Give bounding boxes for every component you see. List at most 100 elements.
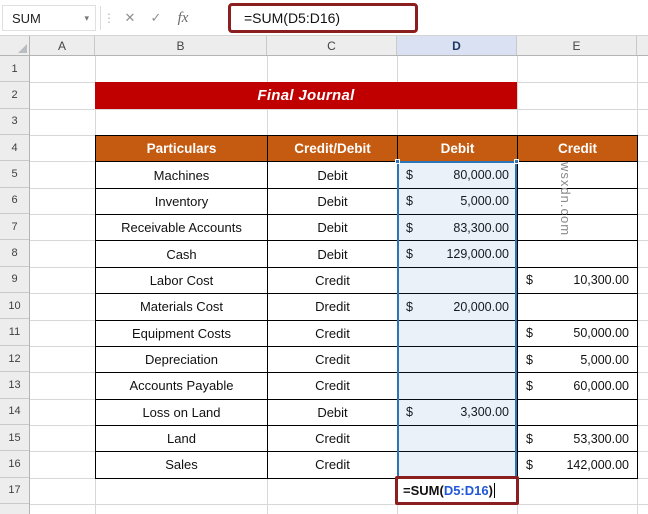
formula-input[interactable]: =SUM(D5:D16) <box>228 3 418 33</box>
cell-debit[interactable] <box>398 425 518 453</box>
row-header-11[interactable]: 11 <box>0 320 29 346</box>
cell-entry-type[interactable]: Debit <box>268 162 398 189</box>
cell-debit[interactable] <box>398 373 518 400</box>
cell-particulars[interactable]: Labor Cost <box>96 267 268 295</box>
cancel-icon[interactable]: ✕ <box>118 5 142 31</box>
row-header-13[interactable]: 13 <box>0 372 29 399</box>
row-header-16[interactable]: 16 <box>0 451 29 478</box>
cell-particulars[interactable]: Depreciation <box>96 346 268 374</box>
row-header-10[interactable]: 10 <box>0 293 29 320</box>
cell-particulars[interactable]: Receivable Accounts <box>96 215 268 242</box>
currency-symbol: $ <box>526 273 533 288</box>
cell-entry-type[interactable]: Credit <box>268 373 398 400</box>
cell-particulars[interactable]: Sales <box>96 452 268 479</box>
amount: 5,000.00 <box>460 194 509 209</box>
select-all-corner[interactable] <box>0 36 30 56</box>
column-header-B[interactable]: B <box>95 36 267 55</box>
row-header-7[interactable]: 7 <box>0 214 29 241</box>
cell-entry-type[interactable]: Credit <box>268 452 398 479</box>
cell-credit[interactable] <box>518 294 638 321</box>
currency-symbol: $ <box>406 194 413 209</box>
cell-credit[interactable]: $60,000.00 <box>518 373 638 400</box>
cell-particulars[interactable]: Materials Cost <box>96 294 268 321</box>
currency-symbol: $ <box>406 405 413 420</box>
cell-particulars[interactable]: Land <box>96 425 268 453</box>
currency-symbol: $ <box>526 378 533 393</box>
title-banner-cell[interactable]: Final Journal <box>95 82 517 109</box>
chevron-down-icon[interactable]: ▾ <box>84 13 95 24</box>
row-header-9[interactable]: 9 <box>0 267 29 294</box>
text-caret <box>493 483 496 498</box>
excel-window: SUM ▾ ⋮ ✕ ✓ fx =SUM(D5:D16) ABCDE 123456… <box>0 0 648 514</box>
cell-credit[interactable] <box>518 215 638 242</box>
cell-debit[interactable] <box>398 267 518 295</box>
row-header-12[interactable]: 12 <box>0 346 29 373</box>
name-box[interactable]: SUM ▾ <box>2 5 96 31</box>
amount: 3,300.00 <box>460 405 509 420</box>
cell-debit[interactable]: $80,000.00 <box>398 162 518 189</box>
cell-debit[interactable]: $3,300.00 <box>398 399 518 426</box>
cell-debit[interactable] <box>398 452 518 479</box>
row-header-17[interactable]: 17 <box>0 478 29 504</box>
cell-particulars[interactable]: Loss on Land <box>96 399 268 426</box>
row-header-6[interactable]: 6 <box>0 188 29 215</box>
cell-debit[interactable]: $5,000.00 <box>398 188 518 216</box>
column-header-C[interactable]: C <box>267 36 397 55</box>
cell-debit[interactable]: $83,300.00 <box>398 215 518 242</box>
cell-entry-type[interactable]: Debit <box>268 241 398 268</box>
table-header-particulars[interactable]: Particulars <box>96 136 268 163</box>
cell-credit[interactable]: $50,000.00 <box>518 320 638 347</box>
cell-particulars[interactable]: Equipment Costs <box>96 320 268 347</box>
column-headers: ABCDE <box>30 36 648 56</box>
cell-entry-type[interactable]: Debit <box>268 215 398 242</box>
amount: 20,000.00 <box>453 299 509 314</box>
cell-entry-type[interactable]: Credit <box>268 346 398 374</box>
currency-symbol: $ <box>526 457 533 472</box>
formula-bar-separator <box>100 6 101 30</box>
row-header-8[interactable]: 8 <box>0 240 29 267</box>
cell-particulars[interactable]: Cash <box>96 241 268 268</box>
column-header-D[interactable]: D <box>397 36 517 55</box>
cell-debit[interactable]: $20,000.00 <box>398 294 518 321</box>
amount: 129,000.00 <box>446 247 509 262</box>
column-header-A[interactable]: A <box>30 36 95 55</box>
cell-credit[interactable] <box>518 399 638 426</box>
active-cell-formula-editor[interactable]: =SUM(D5:D16) <box>395 476 519 505</box>
cell-particulars[interactable]: Machines <box>96 162 268 189</box>
cell-entry-type[interactable]: Credit <box>268 425 398 453</box>
row-header-5[interactable]: 5 <box>0 161 29 188</box>
row-header-3[interactable]: 3 <box>0 109 29 136</box>
cell-credit[interactable]: $10,300.00 <box>518 267 638 295</box>
amount: 50,000.00 <box>573 326 629 341</box>
cell-entry-type[interactable]: Credit <box>268 320 398 347</box>
row-header-15[interactable]: 15 <box>0 425 29 452</box>
column-header-E[interactable]: E <box>517 36 637 55</box>
cell-debit[interactable] <box>398 346 518 374</box>
row-header-2[interactable]: 2 <box>0 82 29 109</box>
cell-debit[interactable] <box>398 320 518 347</box>
cell-particulars[interactable]: Inventory <box>96 188 268 216</box>
enter-icon[interactable]: ✓ <box>144 5 168 31</box>
cell-credit[interactable]: $142,000.00 <box>518 452 638 479</box>
cell-debit[interactable]: $129,000.00 <box>398 241 518 268</box>
cell-credit[interactable] <box>518 162 638 189</box>
formula-prefix: =SUM( <box>403 483 444 498</box>
cell-entry-type[interactable]: Dredit <box>268 294 398 321</box>
row-header-1[interactable]: 1 <box>0 56 29 83</box>
cell-credit[interactable] <box>518 188 638 216</box>
insert-function-icon[interactable]: fx <box>170 5 196 31</box>
cell-particulars[interactable]: Accounts Payable <box>96 373 268 400</box>
cell-entry-type[interactable]: Debit <box>268 188 398 216</box>
cell-credit[interactable] <box>518 241 638 268</box>
cell-credit[interactable]: $53,300.00 <box>518 425 638 453</box>
row-header-14[interactable]: 14 <box>0 399 29 425</box>
table-header-credit-debit[interactable]: Credit/Debit <box>268 136 398 163</box>
watermark: wsxdn.com <box>558 162 573 237</box>
cell-entry-type[interactable]: Debit <box>268 399 398 426</box>
table-header-credit[interactable]: Credit <box>518 136 638 163</box>
table-header-debit[interactable]: Debit <box>398 136 518 163</box>
amount: 60,000.00 <box>573 378 629 393</box>
cell-entry-type[interactable]: Credit <box>268 267 398 295</box>
row-header-4[interactable]: 4 <box>0 135 29 162</box>
cell-credit[interactable]: $5,000.00 <box>518 346 638 374</box>
